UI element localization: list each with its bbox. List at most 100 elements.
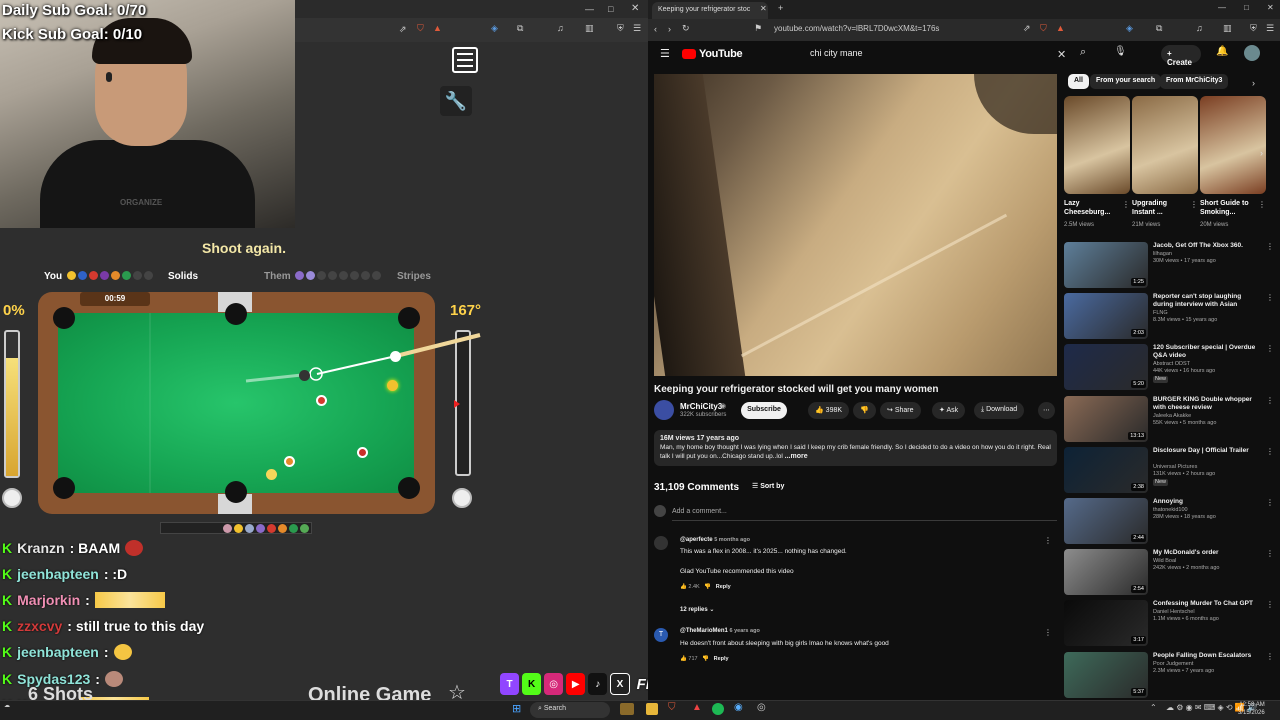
recommended-more-icon[interactable]: ⋮	[1266, 447, 1274, 456]
add-comment-input[interactable]: Add a comment...	[672, 508, 727, 515]
tray-chevron-icon[interactable]: ⌃	[1150, 703, 1157, 712]
recommended-channel[interactable]: lilhagan	[1153, 251, 1263, 258]
subscribe-button[interactable]: Subscribe	[741, 402, 787, 419]
search-input[interactable]: chi city mane	[802, 45, 1072, 63]
recommended-title[interactable]: Jacob, Get Off The Xbox 360.	[1153, 242, 1261, 250]
recommended-title[interactable]: My McDonald's order	[1153, 549, 1261, 557]
app-taskbar-icon[interactable]: ▲	[692, 702, 702, 713]
comment-more-icon[interactable]: ⋮	[1044, 536, 1052, 545]
sidebar-icon-2[interactable]: ▥	[1223, 23, 1232, 34]
recommended-channel[interactable]: Daniel Hentschel	[1153, 609, 1263, 616]
recommended-title[interactable]: Disclosure Day | Official Trailer	[1153, 447, 1261, 455]
short-title[interactable]: Lazy Cheeseburg...	[1064, 199, 1120, 217]
share-page-icon[interactable]: ⇗	[1023, 23, 1031, 34]
extension-icon-2[interactable]: ◈	[1126, 23, 1133, 34]
video-thumbnail[interactable]: 5:37	[1064, 651, 1148, 698]
short-more-icon[interactable]: ⋮	[1190, 200, 1198, 209]
filter-chip[interactable]: From MrChiCity3	[1160, 74, 1229, 89]
youtube-logo[interactable]: YouTube	[682, 48, 743, 60]
recommended-more-icon[interactable]: ⋮	[1266, 344, 1274, 353]
account-avatar[interactable]	[1244, 45, 1260, 61]
url-field[interactable]: youtube.com/watch?v=lBRL7D0wcXM&t=176s	[774, 24, 939, 33]
video-description[interactable]: 16M views 17 years ago Man, my home boy …	[654, 430, 1057, 466]
download-button[interactable]: ⤓ Download	[974, 402, 1025, 419]
video-thumbnail[interactable]: 13:13	[1064, 395, 1148, 442]
recommended-title[interactable]: Confessing Murder To Chat GPT	[1153, 600, 1261, 608]
recommended-video[interactable]: 5:37 People Falling Down Escalators Poor J…	[1064, 651, 1274, 700]
short-thumbnail[interactable]	[1132, 96, 1198, 194]
recommended-video[interactable]: 3:17 Confessing Murder To Chat GPT Daniel …	[1064, 600, 1274, 650]
window-maximize-icon[interactable]: □	[1244, 3, 1249, 12]
recommended-more-icon[interactable]: ⋮	[1266, 600, 1274, 609]
spotify-icon[interactable]	[712, 703, 724, 715]
reload-icon[interactable]: ↻	[682, 23, 690, 34]
comment-handle-2[interactable]: @TheMarioMen1 6 years ago	[680, 628, 760, 634]
shield-icon-2[interactable]: ⛨	[1250, 23, 1257, 34]
recommended-title[interactable]: People Falling Down Escalators	[1153, 652, 1261, 660]
recommended-title[interactable]: BURGER KING Double whopper with cheese r…	[1153, 396, 1261, 412]
chat-username[interactable]: Kranzn	[17, 540, 64, 556]
short-thumbnail[interactable]	[1200, 96, 1266, 194]
spin-button-right[interactable]	[452, 488, 472, 508]
channel-name[interactable]: MrChiCity3	[680, 402, 722, 411]
recommended-video[interactable]: 5:20 120 Subscriber special | Overdue Q&A…	[1064, 344, 1274, 394]
ask-button[interactable]: ✦ Ask	[932, 402, 966, 419]
brave-shield-icon-2[interactable]: ⛉	[1040, 23, 1047, 34]
taskbar-search[interactable]: ⌕ Search	[530, 702, 610, 718]
file-explorer-icon[interactable]	[620, 703, 634, 715]
video-thumbnail[interactable]: 5:20	[1064, 344, 1148, 391]
recommended-channel[interactable]: Jaleeka Akakke	[1153, 413, 1263, 420]
filter-chip[interactable]: All	[1068, 74, 1089, 89]
microphone-icon[interactable]: 🎙	[1114, 46, 1127, 57]
more-actions-button[interactable]: ⋯	[1038, 402, 1055, 419]
tab-close-icon[interactable]: ✕	[760, 4, 767, 13]
recommended-video[interactable]: 2:54 My McDonald's order Wild Boal 242K vie…	[1064, 549, 1274, 599]
recommended-title[interactable]: Reporter can't stop laughing during inte…	[1153, 293, 1261, 309]
video-thumbnail[interactable]: 2:38	[1064, 446, 1148, 493]
cue-stick[interactable]	[395, 333, 481, 358]
app-icon-2[interactable]: ◎	[757, 702, 766, 713]
recommended-more-icon[interactable]: ⋮	[1266, 498, 1274, 507]
video-thumbnail[interactable]: 3:17	[1064, 600, 1148, 647]
comment-more-icon-2[interactable]: ⋮	[1044, 628, 1052, 637]
window-close-icon[interactable]: ✕	[1267, 3, 1274, 12]
forward-icon[interactable]: ›	[668, 24, 671, 34]
reply-button[interactable]: Reply	[716, 584, 731, 590]
recommended-more-icon[interactable]: ⋮	[1266, 293, 1274, 302]
window-minimize-icon[interactable]: —	[1218, 3, 1226, 12]
recommended-video[interactable]: 1:25 Jacob, Get Off The Xbox 360. lilhagan…	[1064, 242, 1274, 292]
recommended-channel[interactable]: Poor Judgement	[1153, 661, 1263, 668]
comment-likes-2[interactable]: 👍 717 👎 Reply	[680, 656, 729, 662]
bookmark-icon[interactable]: ⚑	[754, 23, 762, 34]
sort-comments-button[interactable]: ☰ Sort by	[752, 482, 784, 490]
recommended-title[interactable]: Annoying	[1153, 498, 1261, 506]
filter-chip[interactable]: From your search	[1090, 74, 1162, 89]
channel-avatar[interactable]	[654, 400, 674, 420]
recommended-channel[interactable]: Universal Pictures	[1153, 464, 1263, 471]
chips-next-icon[interactable]: ›	[1252, 78, 1255, 88]
clear-search-icon[interactable]: ✕	[1057, 48, 1066, 61]
recommended-channel[interactable]: FLNG	[1153, 310, 1263, 317]
taskbar-clock[interactable]: 12:58 AM 3/15/2026	[1238, 701, 1265, 717]
cue-ball[interactable]	[390, 351, 401, 362]
create-button[interactable]: + Create	[1161, 45, 1201, 67]
chat-username[interactable]: zzxcvy	[17, 618, 62, 634]
chat-username[interactable]: jeenbapteen	[17, 566, 99, 582]
recommended-more-icon[interactable]: ⋮	[1266, 242, 1274, 251]
recommended-video[interactable]: 2:44 Annoying thatonekid100 28M views • 18 …	[1064, 498, 1274, 548]
reply-button-2[interactable]: Reply	[714, 656, 729, 662]
folder-icon[interactable]	[646, 703, 658, 715]
comment-likes[interactable]: 👍 2.4K 👎 Reply	[680, 584, 731, 590]
hamburger-menu-icon[interactable]: ☰	[660, 47, 670, 60]
notifications-icon[interactable]: 🔔	[1216, 46, 1228, 57]
chat-username[interactable]: Marjorkin	[17, 592, 80, 608]
short-thumbnail[interactable]	[1064, 96, 1130, 194]
search-icon[interactable]: ⌕	[1080, 46, 1086, 59]
recommended-title[interactable]: 120 Subscriber special | Overdue Q&A vid…	[1153, 344, 1261, 360]
comment-avatar[interactable]	[654, 536, 668, 550]
chat-username[interactable]: jeenbapteen	[17, 644, 99, 660]
recommended-video[interactable]: 2:03 Reporter can't stop laughing during …	[1064, 293, 1274, 343]
recommended-more-icon[interactable]: ⋮	[1266, 396, 1274, 405]
view-replies-button[interactable]: 12 replies ⌄	[680, 606, 714, 613]
like-button[interactable]: 👍 398K	[808, 402, 850, 419]
